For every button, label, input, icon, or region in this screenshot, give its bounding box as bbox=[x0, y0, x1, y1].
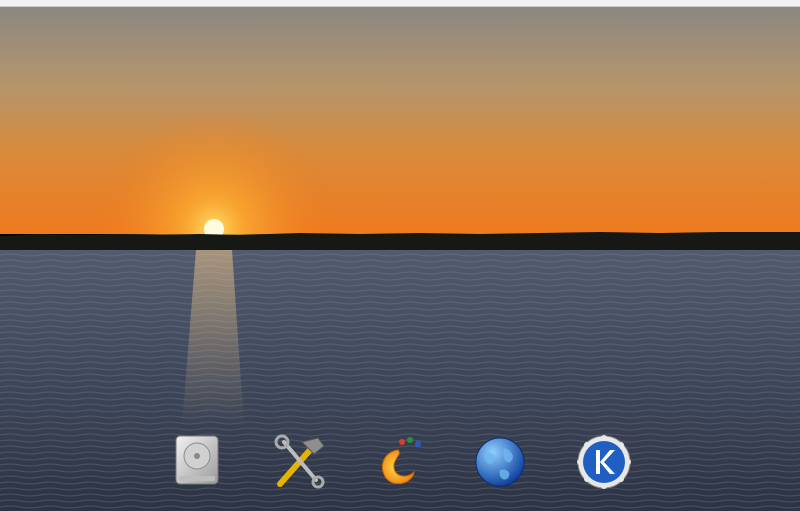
top-strip bbox=[0, 0, 800, 7]
globe-icon bbox=[475, 437, 525, 487]
kde-icon bbox=[577, 435, 631, 489]
app-flame-icon bbox=[382, 437, 421, 485]
desktop: hard-drive-icon tools-icon bbox=[0, 0, 800, 511]
dock-item-kde-name: kde-icon bbox=[574, 492, 575, 493]
dock-item-globe-name: globe-icon bbox=[470, 492, 471, 493]
dock-item-tools[interactable]: tools-icon bbox=[268, 432, 328, 492]
dock-item-globe[interactable]: globe-icon bbox=[470, 432, 530, 492]
dock: hard-drive-icon tools-icon bbox=[168, 432, 638, 496]
tools-icon bbox=[274, 434, 325, 489]
dock-item-app-flame[interactable]: app-flame-icon bbox=[368, 432, 428, 492]
dock-item-app-flame-name: app-flame-icon bbox=[368, 492, 369, 493]
dock-item-tools-name: tools-icon bbox=[268, 492, 269, 493]
hard-drive-icon bbox=[175, 435, 219, 485]
dock-item-kde[interactable]: kde-icon bbox=[574, 432, 634, 492]
dock-item-hard-drive[interactable]: hard-drive-icon bbox=[168, 432, 228, 492]
dock-item-hard-drive-name: hard-drive-icon bbox=[168, 492, 169, 493]
